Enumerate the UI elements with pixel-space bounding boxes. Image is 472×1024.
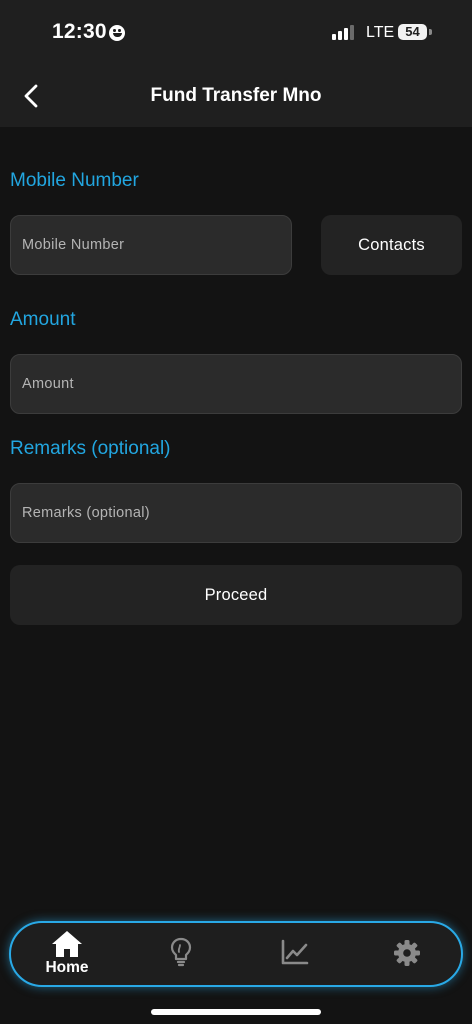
mobile-number-label: Mobile Number: [10, 170, 139, 191]
app-header: 12:30 LTE 54 Fund Transfer Mno: [0, 0, 472, 127]
page-title: Fund Transfer Mno: [150, 85, 322, 106]
status-time: 12:30: [52, 20, 107, 43]
remarks-input[interactable]: [11, 484, 461, 542]
bottom-navigation: Home: [9, 921, 463, 987]
amount-field-container: [10, 354, 462, 414]
battery-level: 54: [398, 24, 427, 40]
nav-analytics[interactable]: [255, 923, 335, 985]
amount-input[interactable]: [11, 355, 461, 413]
signal-icon: [332, 25, 356, 40]
mobile-number-input[interactable]: [11, 216, 291, 274]
battery-tip: [429, 29, 432, 35]
home-indicator: [151, 1009, 321, 1015]
amount-label: Amount: [10, 309, 76, 330]
proceed-button[interactable]: Proceed: [10, 565, 462, 625]
mobile-number-field-container: [10, 215, 292, 275]
nav-home-label: Home: [45, 959, 89, 976]
remarks-label: Remarks (optional): [10, 438, 171, 459]
gear-icon: [394, 940, 420, 966]
status-bar: 12:30 LTE 54: [0, 0, 472, 64]
nav-insights[interactable]: [141, 923, 221, 985]
smiley-icon: [109, 25, 125, 41]
nav-settings[interactable]: [367, 923, 447, 985]
home-icon: [52, 931, 82, 957]
network-type: LTE: [366, 24, 395, 41]
contacts-button[interactable]: Contacts: [321, 215, 462, 275]
lightbulb-icon: [170, 937, 192, 967]
chart-line-icon: [281, 939, 309, 965]
remarks-field-container: [10, 483, 462, 543]
nav-home[interactable]: Home: [27, 923, 107, 985]
